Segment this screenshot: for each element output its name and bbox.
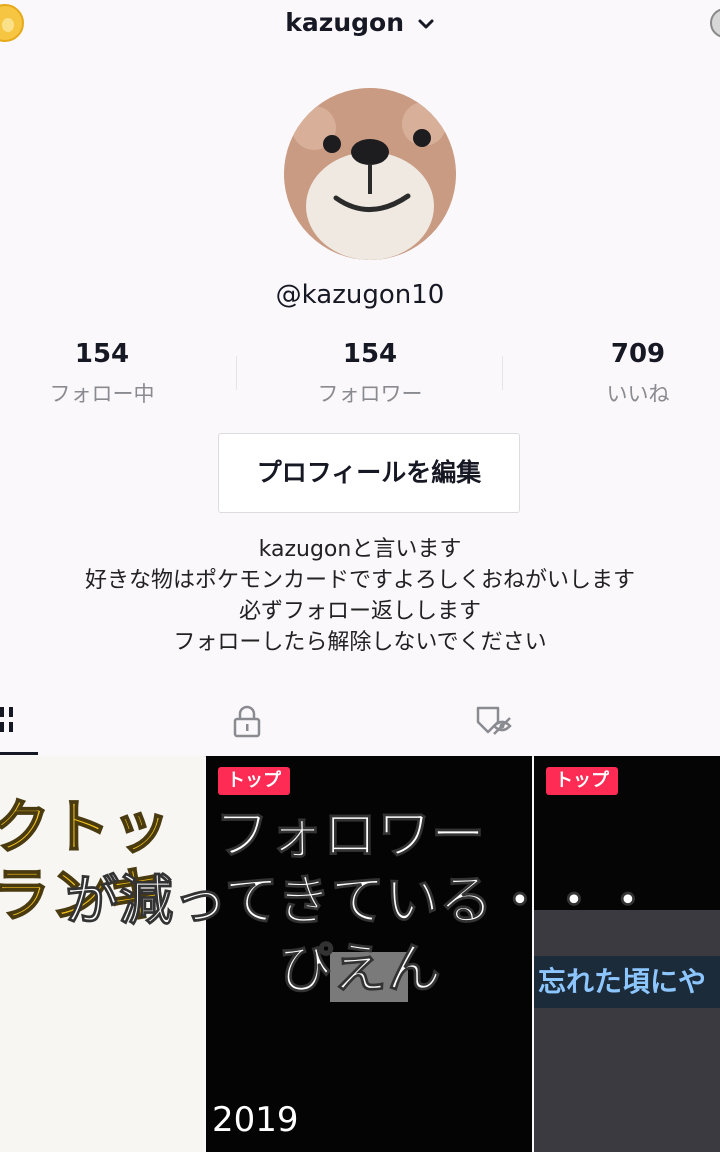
- followers-count: 154: [342, 339, 398, 369]
- profile-tabs: [0, 690, 720, 757]
- stat-likes[interactable]: 709 いいね: [538, 336, 720, 408]
- chevron-down-icon: [418, 19, 434, 29]
- lock-icon: [233, 705, 261, 738]
- avatar[interactable]: [284, 88, 456, 260]
- likes-label: いいね: [606, 382, 670, 406]
- user-handle: @kazugon10: [275, 280, 445, 310]
- liked-hidden-icon: [476, 706, 512, 735]
- followers-label: フォロワー: [317, 382, 423, 406]
- bio-line: フォローしたら解除しないでください: [173, 630, 547, 655]
- thumbnail-year: 2019: [212, 1100, 299, 1140]
- tab-videos[interactable]: [0, 690, 40, 756]
- profile-bio: kazugonと言います 好きな物はポケモンカードですよろしくおねがいします 必…: [0, 534, 720, 658]
- active-tab-indicator: [0, 752, 38, 755]
- stat-following[interactable]: 154 フォロー中: [2, 336, 202, 408]
- top-bar: kazugon: [0, 0, 720, 56]
- bio-line: 好きな物はポケモンカードですよろしくおねがいします: [84, 568, 635, 593]
- tab-liked[interactable]: [460, 690, 526, 756]
- account-switcher[interactable]: kazugon: [0, 8, 720, 37]
- bio-line: kazugonと言います: [258, 537, 462, 562]
- username-label: kazugon: [285, 8, 404, 37]
- tab-private[interactable]: [214, 690, 280, 756]
- stat-divider: [502, 356, 503, 390]
- stat-divider: [236, 356, 237, 390]
- grid-icon: [0, 707, 13, 732]
- bio-line: 必ずフォロー返しします: [238, 599, 481, 624]
- edit-profile-button[interactable]: プロフィールを編集: [218, 433, 520, 513]
- overlay-caption-line: ぴえん: [279, 937, 442, 1001]
- following-label: フォロー中: [49, 382, 155, 406]
- teddy-bear-icon: [284, 88, 456, 260]
- following-count: 154: [74, 339, 130, 369]
- stat-followers[interactable]: 154 フォロワー: [270, 336, 470, 408]
- likes-count: 709: [610, 339, 666, 369]
